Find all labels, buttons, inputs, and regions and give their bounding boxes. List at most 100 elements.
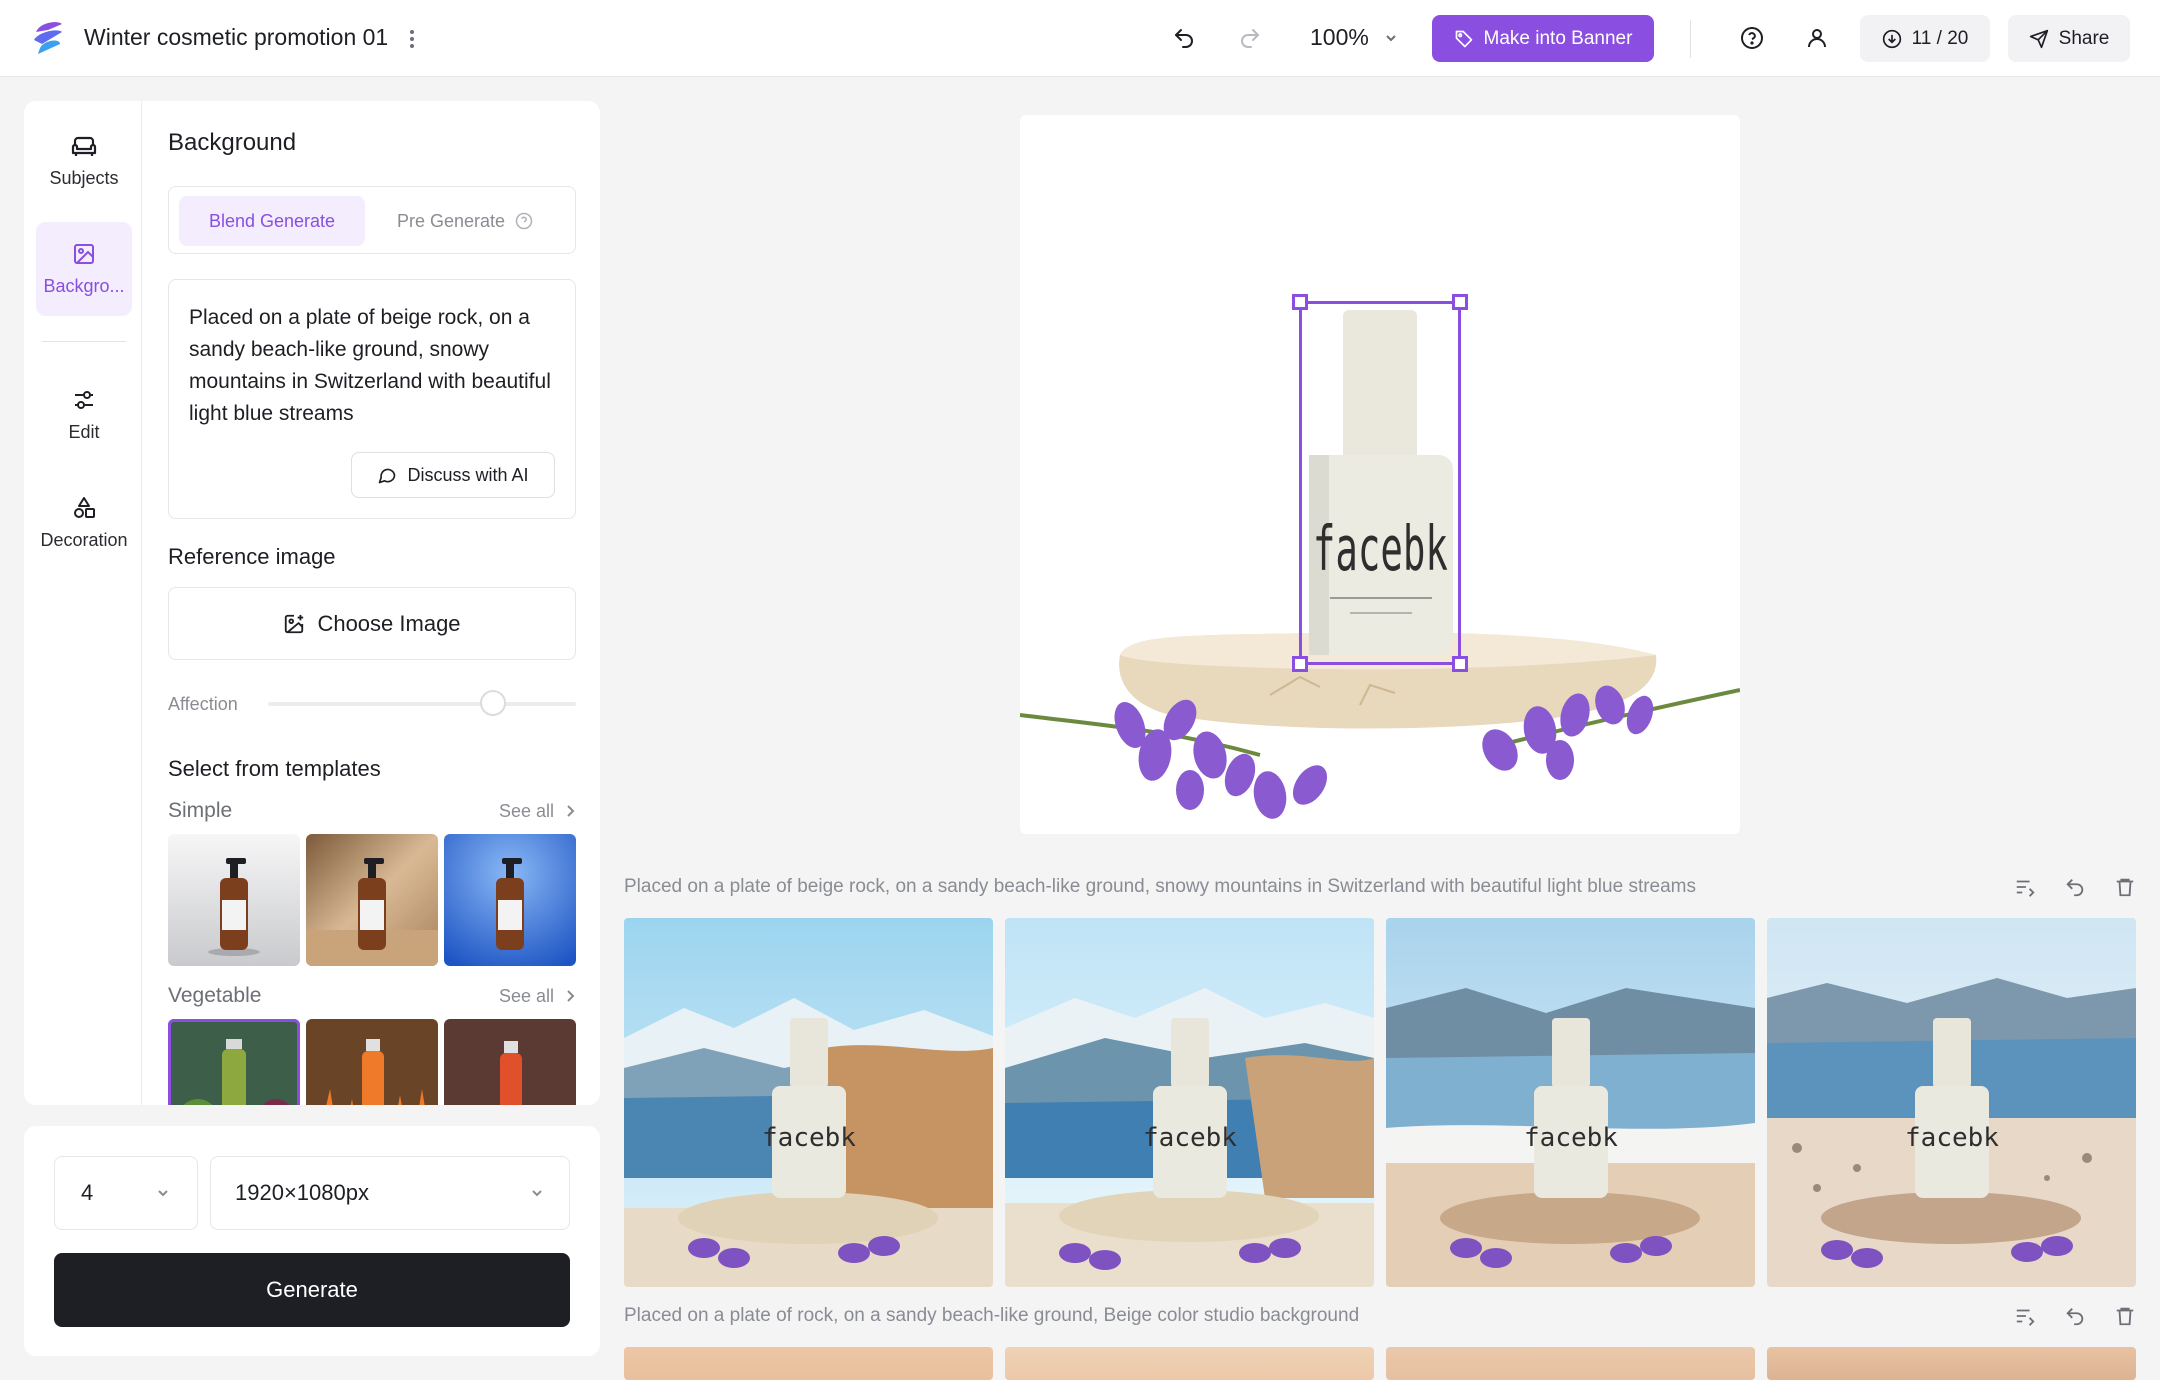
- download-circle-icon: [1882, 29, 1901, 48]
- list-plus-icon[interactable]: [2014, 1305, 2036, 1327]
- nav-item-decoration[interactable]: Decoration: [36, 476, 132, 570]
- zoom-value: 100%: [1310, 24, 1369, 50]
- resize-handle[interactable]: [1292, 294, 1308, 310]
- result-image[interactable]: facebk: [1767, 918, 2136, 1287]
- send-icon: [2029, 29, 2048, 48]
- help-icon[interactable]: [515, 212, 533, 230]
- app-logo-icon[interactable]: [30, 18, 66, 58]
- template-thumb-selected[interactable]: [168, 1019, 300, 1105]
- choose-image-button[interactable]: Choose Image: [168, 587, 576, 660]
- tab-pre-generate-label: Pre Generate: [397, 210, 506, 231]
- nav-item-background[interactable]: Backgro...: [36, 222, 132, 316]
- chat-bubble-icon: [379, 468, 396, 484]
- toolbar-divider: [1690, 20, 1691, 58]
- nav-label-decoration: Decoration: [40, 529, 128, 550]
- redo-icon[interactable]: [1234, 22, 1266, 54]
- image-icon: [74, 243, 94, 264]
- generate-panel: 4 1920×1080px Generate: [24, 1126, 600, 1356]
- result-image[interactable]: [624, 1347, 993, 1380]
- product-label: facebk: [1905, 1123, 1999, 1153]
- category-name: Vegetable: [168, 984, 262, 1007]
- image-plus-icon: [285, 614, 304, 633]
- history-actions: [2014, 1305, 2136, 1327]
- result-image[interactable]: facebk: [1386, 918, 1755, 1287]
- template-thumb[interactable]: [444, 834, 576, 966]
- see-all-link[interactable]: See all: [499, 801, 576, 822]
- affection-label: Affection: [168, 694, 238, 714]
- see-all-link[interactable]: See all: [499, 986, 576, 1007]
- image-size-value: 1920×1080px: [235, 1180, 369, 1205]
- template-thumb[interactable]: [444, 1019, 576, 1105]
- background-settings: Background Blend Generate Pre Generate P…: [142, 101, 600, 1105]
- history-entry-header: Placed on a plate of beige rock, on a sa…: [624, 876, 2136, 898]
- choose-image-label: Choose Image: [317, 610, 461, 636]
- nav-label-background: Backgro...: [43, 275, 125, 296]
- chevron-right-icon: [567, 805, 575, 817]
- result-image[interactable]: [1005, 1347, 1374, 1380]
- see-all-label: See all: [498, 800, 554, 821]
- help-icon[interactable]: [1736, 22, 1768, 54]
- history-prompt[interactable]: Placed on a plate of rock, on a sandy be…: [624, 1305, 1359, 1327]
- left-panel: Subjects Backgro... Edit Decoration Back…: [24, 101, 600, 1105]
- discuss-label: Discuss with AI: [407, 464, 529, 485]
- result-image[interactable]: facebk: [1005, 918, 1374, 1287]
- resize-handle[interactable]: [1452, 294, 1468, 310]
- trash-icon[interactable]: [2114, 876, 2136, 898]
- result-image[interactable]: [1767, 1347, 2136, 1380]
- chevron-down-icon: [1386, 34, 1396, 41]
- sofa-icon: [71, 136, 97, 156]
- prompt-textarea[interactable]: Placed on a plate of beige rock, on a sa…: [168, 279, 576, 519]
- affection-slider-handle[interactable]: [479, 690, 506, 716]
- tab-blend-generate[interactable]: Blend Generate: [179, 196, 365, 246]
- resize-handle[interactable]: [1452, 656, 1468, 672]
- document-title[interactable]: Winter cosmetic promotion 01: [84, 24, 388, 51]
- template-thumb[interactable]: [168, 834, 300, 966]
- top-bar: Winter cosmetic promotion 01 100% Make i…: [0, 0, 2160, 77]
- zoom-select[interactable]: 100%: [1310, 24, 1399, 51]
- undo-icon[interactable]: [2064, 876, 2086, 898]
- chevron-down-icon: [158, 1190, 168, 1197]
- nav-rail: Subjects Backgro... Edit Decoration: [24, 101, 142, 1105]
- prompt-text[interactable]: Placed on a plate of beige rock, on a sa…: [189, 302, 561, 430]
- make-banner-label: Make into Banner: [1483, 27, 1633, 49]
- result-image[interactable]: [1386, 1347, 1755, 1380]
- nav-item-subjects[interactable]: Subjects: [36, 115, 132, 209]
- generate-mode-toggle: Blend Generate Pre Generate: [168, 186, 576, 254]
- history-entry-header: Placed on a plate of rock, on a sandy be…: [624, 1305, 2136, 1327]
- template-thumb[interactable]: [306, 1019, 438, 1105]
- share-button[interactable]: Share: [2008, 15, 2130, 62]
- list-plus-icon[interactable]: [2014, 876, 2036, 898]
- make-banner-button[interactable]: Make into Banner: [1432, 15, 1654, 62]
- product-label: facebk: [1143, 1123, 1237, 1153]
- nav-item-edit[interactable]: Edit: [36, 368, 132, 462]
- discuss-with-ai-button[interactable]: Discuss with AI: [351, 452, 555, 498]
- undo-icon[interactable]: [2064, 1305, 2086, 1327]
- affection-slider[interactable]: [268, 690, 576, 716]
- category-name: Simple: [168, 799, 233, 822]
- history-actions: [2014, 876, 2136, 898]
- template-category-simple: Simple See all: [168, 799, 576, 823]
- result-image[interactable]: facebk: [624, 918, 993, 1287]
- tab-pre-generate[interactable]: Pre Generate: [397, 196, 533, 246]
- image-count-value: 4: [81, 1180, 94, 1205]
- credits-value: 11 / 20: [1911, 27, 1969, 49]
- user-icon[interactable]: [1801, 22, 1833, 54]
- templates-title: Select from templates: [168, 756, 381, 781]
- reference-image-title: Reference image: [168, 544, 336, 569]
- history-prompt[interactable]: Placed on a plate of beige rock, on a sa…: [624, 876, 1696, 898]
- template-thumb[interactable]: [306, 834, 438, 966]
- undo-icon[interactable]: [1168, 22, 1200, 54]
- selection-box[interactable]: [1292, 294, 1468, 672]
- credits-counter[interactable]: 11 / 20: [1860, 15, 1990, 62]
- resize-handle[interactable]: [1292, 656, 1308, 672]
- generate-button[interactable]: Generate: [54, 1253, 570, 1327]
- shapes-icon: [74, 496, 95, 518]
- history-results: [624, 1347, 2136, 1380]
- more-options-icon[interactable]: [400, 26, 424, 52]
- product-label: facebk: [1524, 1123, 1618, 1153]
- chevron-down-icon: [532, 1190, 542, 1197]
- image-size-select[interactable]: 1920×1080px: [210, 1156, 570, 1230]
- image-count-select[interactable]: 4: [54, 1156, 198, 1230]
- trash-icon[interactable]: [2114, 1305, 2136, 1327]
- see-all-label: See all: [498, 985, 554, 1006]
